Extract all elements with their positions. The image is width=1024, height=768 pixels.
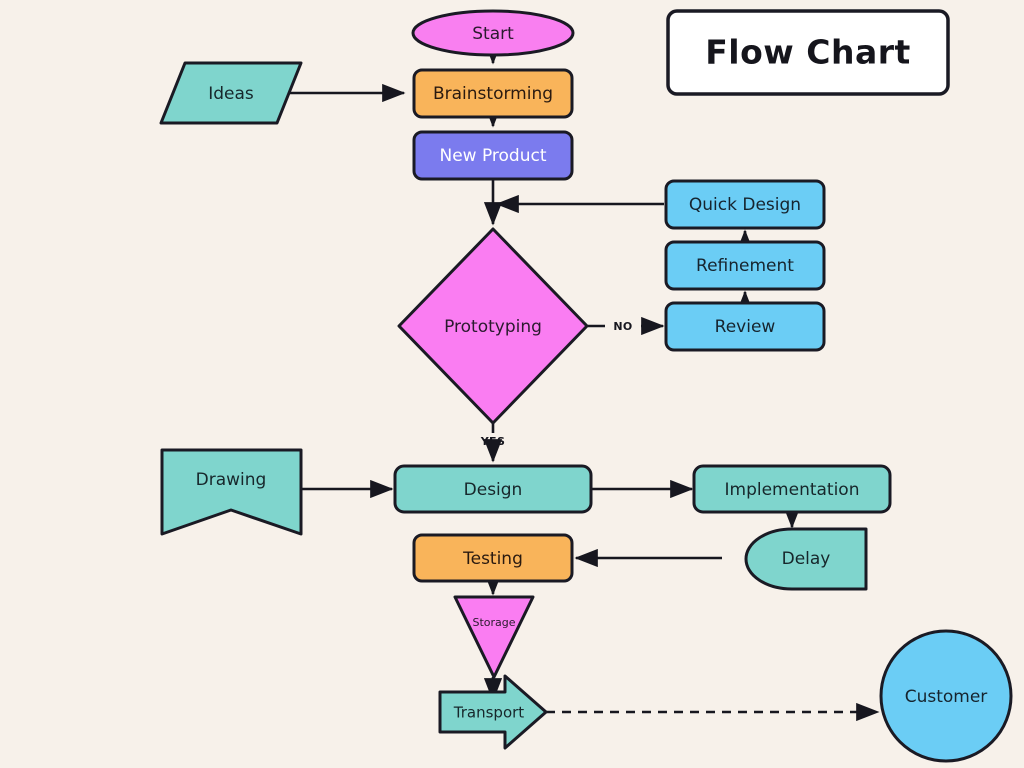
node-testing[interactable]: Testing <box>412 533 574 583</box>
node-start[interactable]: Start <box>411 9 575 57</box>
customer-shape <box>879 629 1013 763</box>
new-product-shape <box>412 130 574 181</box>
quick-design-shape <box>664 179 826 230</box>
node-brainstorming[interactable]: Brainstorming <box>412 68 574 119</box>
edges-layer: NO YES <box>290 41 880 722</box>
node-storage[interactable]: Storage <box>453 595 535 679</box>
node-ideas[interactable]: Ideas <box>159 61 303 125</box>
flowchart-svg: NO YES Start Ideas Brainstorming New Pro… <box>159 9 1013 763</box>
testing-shape <box>412 533 574 583</box>
delay-shape <box>744 527 868 591</box>
edge-label-no: NO <box>613 320 632 333</box>
prototyping-shape <box>397 227 589 425</box>
design-shape <box>393 464 593 514</box>
edge-label-yes: YES <box>480 435 506 448</box>
title-box: Flow Chart <box>666 9 950 96</box>
node-design[interactable]: Design <box>393 464 593 514</box>
review-shape <box>664 301 826 352</box>
node-drawing[interactable]: Drawing <box>160 448 303 536</box>
page-title: Flow Chart <box>705 33 911 72</box>
storage-shape <box>453 595 535 679</box>
drawing-shape <box>160 448 303 536</box>
flowchart-canvas: NO YES Start Ideas Brainstorming New Pro… <box>0 0 1024 768</box>
node-customer[interactable]: Customer <box>879 629 1013 763</box>
implementation-shape <box>692 464 892 514</box>
node-refinement[interactable]: Refinement <box>664 240 826 291</box>
refinement-shape <box>664 240 826 291</box>
node-review[interactable]: Review <box>664 301 826 352</box>
start-shape <box>411 9 575 57</box>
node-prototyping[interactable]: Prototyping <box>397 227 589 425</box>
node-implementation[interactable]: Implementation <box>692 464 892 514</box>
node-quick-design[interactable]: Quick Design <box>664 179 826 230</box>
brainstorming-shape <box>412 68 574 119</box>
node-new-product[interactable]: New Product <box>412 130 574 181</box>
node-delay[interactable]: Delay <box>744 527 868 591</box>
ideas-shape <box>159 61 303 125</box>
